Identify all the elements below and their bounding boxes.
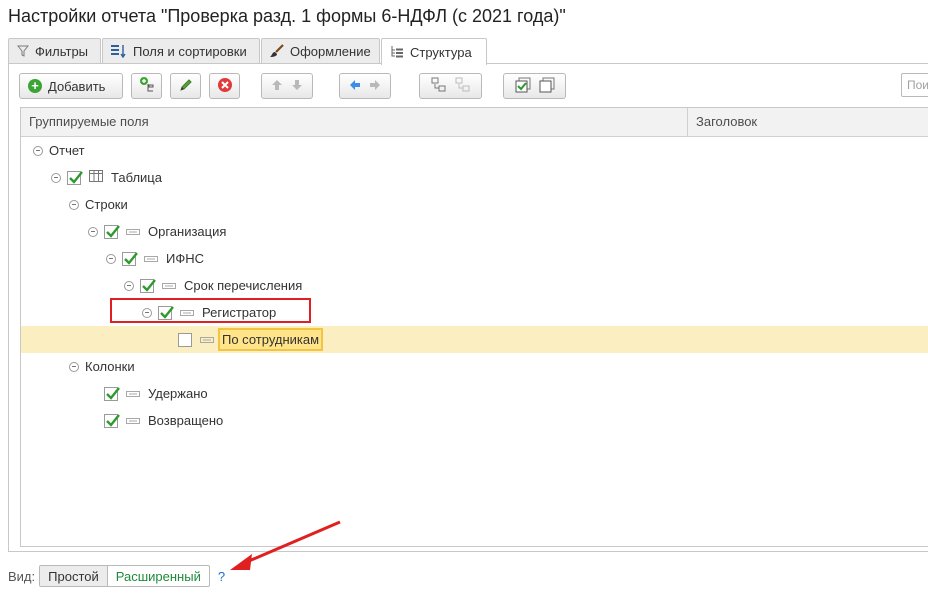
tree-row-table[interactable]: Таблица [21,164,928,191]
row-checkbox[interactable] [104,386,120,401]
field-icon [126,413,140,428]
field-icon [162,278,176,293]
field-icon [126,224,140,239]
row-checkbox[interactable] [67,170,83,185]
add-button[interactable]: + Добавить [19,73,123,99]
annotation-arrow-icon [230,520,341,570]
tree-row-registrar[interactable]: Регистратор [21,299,928,326]
field-icon [180,305,194,320]
field-icon [126,386,140,401]
field-icon [200,332,214,347]
tree-row-returned[interactable]: Возвращено [21,407,928,434]
field-icon [144,251,158,266]
row-checkbox[interactable] [104,413,120,428]
add-button-label: Добавить [48,78,106,94]
tree-row-label: По сотрудникам [218,328,324,351]
column-title[interactable]: Заголовок [696,108,757,136]
tree-row-label: Колонки [85,359,135,374]
pencil-icon [178,77,194,96]
tree-row-by-employees[interactable]: По сотрудникам [21,326,928,353]
delete-button[interactable] [209,73,240,99]
add-grouping-button[interactable] [131,73,162,99]
group-icon[interactable] [431,77,447,96]
edit-button[interactable] [170,73,201,99]
row-checkbox[interactable] [104,224,120,239]
move-up-down-group [261,73,313,99]
check-uncheck-group [503,73,566,99]
move-left-right-group [339,73,391,99]
structure-panel: + Добавить По Группируемые поля Заголово… [8,63,928,552]
delete-icon [217,77,233,96]
tree-row-label: ИФНС [166,251,205,266]
structure-icon [390,45,404,59]
move-right-icon[interactable] [369,79,381,94]
tree-row-label: Удержано [148,386,208,401]
check-all-icon[interactable] [515,77,531,96]
tree-row-label: Регистратор [202,305,277,320]
collapse-toggle-icon[interactable] [88,226,98,237]
tree-row-rows[interactable]: Строки [21,191,928,218]
row-checkbox[interactable] [178,332,192,347]
tree-row-label: Срок перечисления [184,278,303,293]
move-left-icon[interactable] [349,79,361,94]
tab-fields-sort[interactable]: Поля и сортировки [102,38,260,63]
structure-tree-table[interactable]: Группируемые поля Заголовок Отчет Таблиц… [20,107,928,547]
tab-label: Поля и сортировки [133,43,247,59]
tree-row-label: Организация [148,224,227,239]
move-up-icon[interactable] [271,79,283,94]
collapse-toggle-icon[interactable] [33,145,43,156]
collapse-toggle-icon[interactable] [69,199,79,210]
tree-row-label: Строки [85,197,128,212]
move-down-icon[interactable] [291,79,303,94]
tab-label: Оформление [290,43,371,59]
tree-row-withheld[interactable]: Удержано [21,380,928,407]
column-divider [687,108,688,136]
column-grouping-fields[interactable]: Группируемые поля [29,108,149,136]
fields-sort-icon [111,44,127,58]
add-grouping-icon [139,76,155,96]
brush-icon [270,44,284,58]
collapse-toggle-icon[interactable] [142,307,152,318]
table-icon [89,170,103,185]
search-input[interactable]: Поиск [901,73,928,97]
group-ungroup-group [419,73,482,99]
tree-row-columns[interactable]: Колонки [21,353,928,380]
window-title: Настройки отчета "Проверка разд. 1 формы… [8,6,566,26]
uncheck-all-icon[interactable] [539,77,555,96]
row-checkbox[interactable] [158,305,174,320]
view-mode-bar: Вид: Простой Расширенный ? [8,564,225,588]
funnel-icon [17,45,29,57]
tab-structure[interactable]: Структура [381,38,487,65]
view-mode-label: Вид: [8,568,36,584]
tab-label: Фильтры [35,43,89,59]
tree-row-label: Отчет [49,143,85,158]
tree-row-ifns[interactable]: ИФНС [21,245,928,272]
collapse-toggle-icon[interactable] [69,361,79,372]
tree-row-transfer-deadline[interactable]: Срок перечисления [21,272,928,299]
row-checkbox[interactable] [140,278,156,293]
collapse-toggle-icon[interactable] [51,172,61,183]
tab-label: Структура [410,44,472,60]
tab-appearance[interactable]: Оформление [261,38,380,63]
tab-filters[interactable]: Фильтры [8,38,101,63]
ungroup-icon[interactable] [455,77,471,96]
plus-icon: + [28,79,42,93]
tree-row-organization[interactable]: Организация [21,218,928,245]
tree-row-report[interactable]: Отчет [21,137,928,164]
view-simple-button[interactable]: Простой [39,565,108,587]
tree-row-label: Возвращено [148,413,224,428]
row-checkbox[interactable] [122,251,138,266]
view-extended-button[interactable]: Расширенный [107,565,210,587]
grid-header: Группируемые поля Заголовок [21,108,928,137]
collapse-toggle-icon[interactable] [124,280,134,291]
tree-row-label: Таблица [111,170,162,185]
collapse-toggle-icon[interactable] [106,253,116,264]
